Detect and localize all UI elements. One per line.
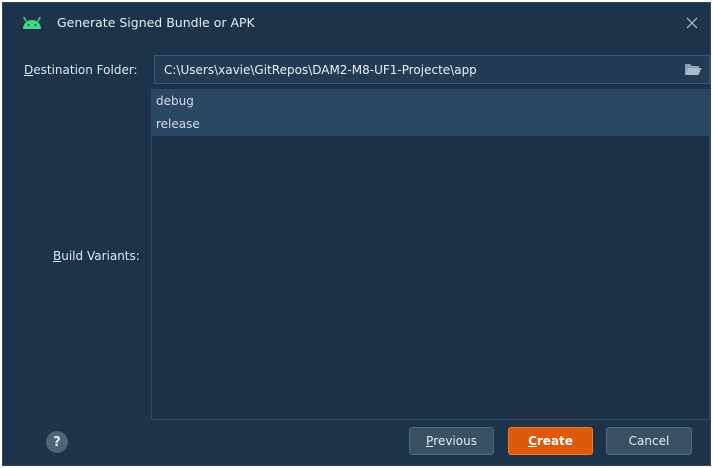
button-mnemonic: C	[528, 434, 537, 448]
cancel-button[interactable]: Cancel	[606, 427, 692, 455]
folder-open-icon[interactable]	[684, 62, 702, 76]
destination-folder-value[interactable]: C:\Users\xavie\GitRepos\DAM2-M8-UF1-Proj…	[155, 63, 709, 77]
dialog-title: Generate Signed Bundle or APK	[57, 15, 255, 30]
label-mnemonic: D	[24, 63, 34, 77]
create-button[interactable]: Create	[508, 427, 593, 455]
destination-folder-field[interactable]: C:\Users\xavie\GitRepos\DAM2-M8-UF1-Proj…	[154, 55, 710, 84]
list-item-release[interactable]: release	[152, 113, 709, 136]
title-bar: Generate Signed Bundle or APK	[3, 3, 710, 43]
button-label: revious	[433, 434, 477, 448]
previous-button[interactable]: Previous	[409, 427, 494, 455]
label-mnemonic: B	[53, 249, 62, 263]
close-icon[interactable]	[680, 11, 704, 35]
label-text: uild Variants:	[61, 249, 140, 263]
button-label: reate	[536, 434, 573, 448]
build-variants-label: Build Variants:	[53, 249, 140, 263]
label-text: estination Folder:	[33, 63, 138, 77]
dialog-window: Generate Signed Bundle or APK Destinatio…	[2, 2, 711, 466]
list-item-debug[interactable]: debug	[152, 90, 709, 113]
android-icon	[23, 16, 41, 29]
build-variants-list[interactable]: debug release	[151, 89, 710, 420]
help-icon[interactable]: ?	[46, 431, 68, 453]
destination-folder-label: Destination Folder:	[24, 63, 138, 77]
button-mnemonic: P	[426, 434, 434, 448]
